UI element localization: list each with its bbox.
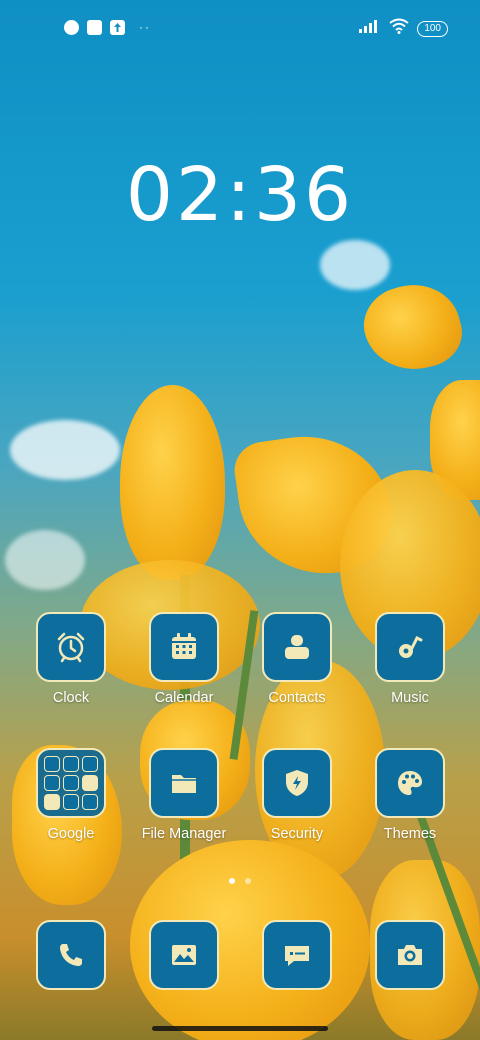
app-file-manager[interactable]: File Manager <box>128 748 240 842</box>
assistant-app-icon <box>82 794 98 810</box>
dock-gallery[interactable] <box>128 920 240 990</box>
music-note-icon <box>375 612 445 682</box>
photos-app-icon <box>44 794 60 810</box>
app-themes[interactable]: Themes <box>354 748 466 842</box>
google-app-icon <box>44 756 60 772</box>
youtube-app-icon <box>44 775 60 791</box>
alarm-clock-icon <box>36 612 106 682</box>
shield-bolt-icon <box>262 748 332 818</box>
app-clock[interactable]: Clock <box>15 612 127 706</box>
app-label: Google <box>47 826 95 842</box>
signal-icon <box>359 19 381 38</box>
gesture-bar[interactable] <box>152 1026 328 1031</box>
palette-icon <box>375 748 445 818</box>
maps-app-icon <box>82 756 98 772</box>
app-label: Music <box>391 690 429 706</box>
folder-icon <box>36 748 106 818</box>
app-contacts[interactable]: Contacts <box>241 612 353 706</box>
notification-icon <box>64 20 79 35</box>
camera-icon <box>375 920 445 990</box>
upload-icon <box>110 20 125 35</box>
folder-google[interactable]: Google <box>15 748 127 842</box>
app-label: Clock <box>52 690 90 706</box>
square-icon <box>87 20 102 35</box>
app-label: Themes <box>383 826 437 842</box>
app-label: File Manager <box>141 826 227 842</box>
gmail-app-icon <box>63 756 79 772</box>
messages-icon <box>262 920 332 990</box>
dock-messages[interactable] <box>241 920 353 990</box>
status-bar: ·· 100 <box>0 14 480 42</box>
app-music[interactable]: Music <box>354 612 466 706</box>
play-store-app-icon <box>63 794 79 810</box>
duo-app-icon <box>63 775 79 791</box>
battery-indicator: 100 <box>417 20 448 37</box>
gallery-icon <box>149 920 219 990</box>
app-label: Calendar <box>154 690 214 706</box>
home-clock: 02:36 <box>125 152 355 238</box>
folder-icon <box>149 748 219 818</box>
more-notifications-icon: ·· <box>139 20 151 34</box>
drive-app-icon <box>82 775 98 791</box>
page-dot <box>245 878 251 884</box>
page-indicator[interactable] <box>0 878 480 884</box>
dock-phone[interactable] <box>15 920 127 990</box>
app-label: Security <box>270 826 324 842</box>
wifi-icon <box>389 18 409 39</box>
dock-camera[interactable] <box>354 920 466 990</box>
app-calendar[interactable]: Calendar <box>128 612 240 706</box>
phone-icon <box>36 920 106 990</box>
calendar-icon <box>149 612 219 682</box>
app-label: Contacts <box>268 690 326 706</box>
app-security[interactable]: Security <box>241 748 353 842</box>
contacts-icon <box>262 612 332 682</box>
page-dot-active <box>229 878 235 884</box>
